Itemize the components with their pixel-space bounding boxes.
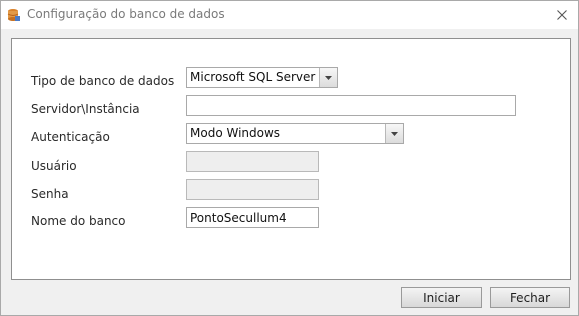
auth-value: Modo Windows (190, 126, 281, 140)
server-label: Servidor\Instância (31, 102, 140, 116)
db-name-label: Nome do banco (31, 214, 126, 228)
dialog-window: Configuração do banco de dados Tipo de b… (0, 0, 579, 316)
close-window-button[interactable] (550, 5, 574, 25)
start-button[interactable]: Iniciar (401, 287, 482, 308)
password-label: Senha (31, 187, 69, 201)
close-icon (557, 10, 567, 20)
db-name-input[interactable] (186, 207, 319, 228)
db-type-label: Tipo de banco de dados (31, 74, 175, 88)
password-input[interactable] (186, 179, 319, 200)
form-panel: Tipo de banco de dados Microsoft SQL Ser… (11, 38, 571, 280)
db-type-select[interactable]: Microsoft SQL Server (186, 67, 338, 88)
user-label: Usuário (31, 159, 77, 173)
auth-select[interactable]: Modo Windows (186, 123, 404, 144)
window-title: Configuração do banco de dados (27, 7, 225, 21)
title-bar: Configuração do banco de dados (1, 1, 578, 29)
database-app-icon (7, 8, 21, 22)
db-type-value: Microsoft SQL Server (190, 70, 316, 84)
chevron-down-icon[interactable] (385, 124, 403, 143)
chevron-down-icon[interactable] (319, 68, 337, 87)
user-input[interactable] (186, 151, 319, 172)
close-button[interactable]: Fechar (490, 287, 570, 308)
auth-label: Autenticação (31, 130, 110, 144)
server-input[interactable] (186, 95, 516, 116)
